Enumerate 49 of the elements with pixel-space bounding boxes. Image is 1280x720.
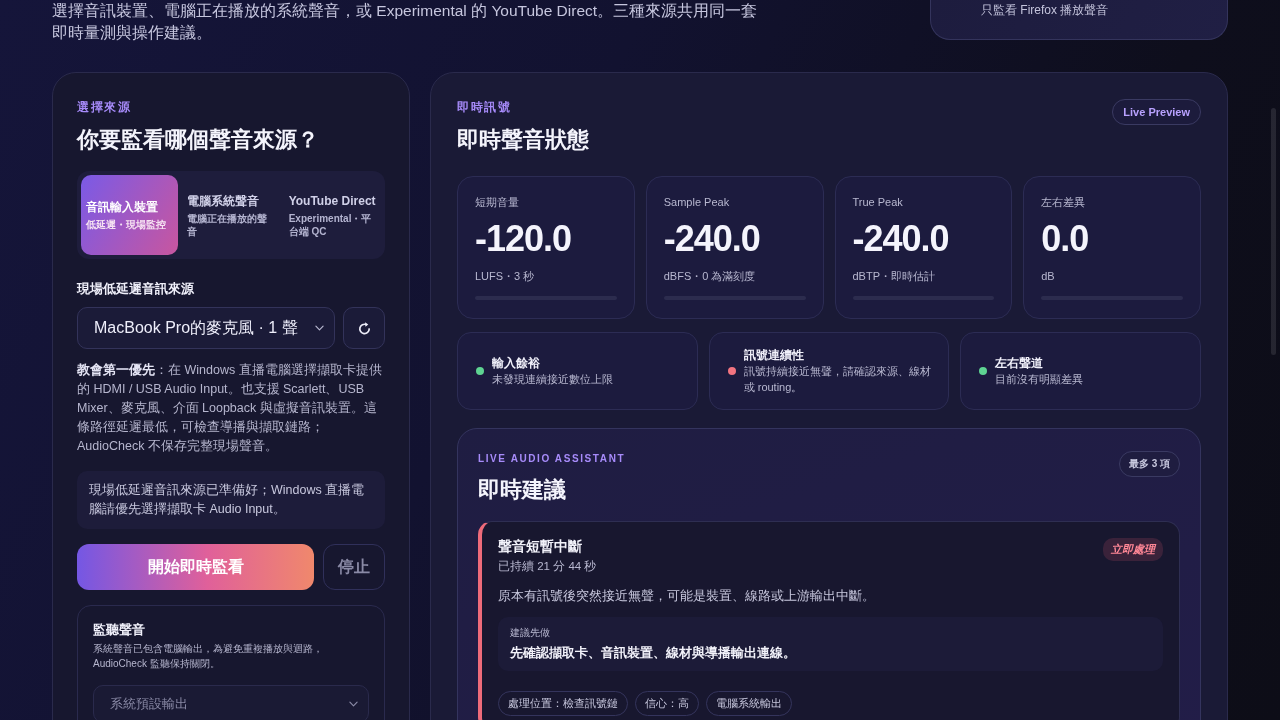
help-text: 教會第一優先：在 Windows 直播電腦選擇擷取卡提供的 HDMI / USB Audio Input。也支援 Scarlett、USB Mixer、麥克風、介面 Loopback 與虛擬音訊裝置。這條路徑延遲最低，可檢查導播與擷取鏈路；AudioCheck 不保存完整現場聲音。 bbox=[77, 362, 383, 455]
refresh-button[interactable] bbox=[343, 307, 385, 349]
count-badge: 最多 3 項 bbox=[1118, 451, 1180, 477]
monitor-description: 系統聲音已包含電腦輸出，為避免重複播放與迴路，AudioCheck 監聽保持關閉。 bbox=[93, 642, 324, 671]
metric-unit: LUFS・3 秒 bbox=[475, 269, 536, 283]
source-tab[interactable]: YouTube Direct Experimental・平台端 QC bbox=[283, 175, 381, 255]
status-title: 左右聲道 bbox=[995, 355, 1045, 371]
status-note: 現場低延遲音訊來源已準備好；Windows 直播電腦請優先選擇擷取卡 Audio Input。 bbox=[77, 471, 385, 529]
chevron-icon bbox=[315, 325, 325, 331]
metric-value: -120.0 bbox=[475, 219, 573, 259]
panel-title: 即時聲音狀態 bbox=[457, 126, 589, 154]
metric-unit: dBFS・0 為滿刻度 bbox=[663, 269, 757, 283]
priority-badge: 立即處理 bbox=[1103, 538, 1163, 561]
status-detail: 訊號持續接近無聲，請確認來源、線材或 routing。 bbox=[743, 364, 932, 395]
metric-unit: dBTP・即時估計 bbox=[852, 269, 936, 283]
action-label: 建議先做 bbox=[510, 626, 551, 640]
metric-value: -240.0 bbox=[663, 219, 761, 259]
section-eyebrow: LIVE AUDIO ASSISTANT bbox=[478, 452, 626, 466]
status-title: 訊號連續性 bbox=[743, 347, 805, 363]
metric-unit: dB bbox=[1041, 269, 1056, 283]
chevron-icon bbox=[349, 701, 358, 707]
device-select[interactable]: MacBook Pro的麥克風 · 1 聲 bbox=[77, 307, 336, 349]
status-badge: Live Preview bbox=[1112, 99, 1201, 125]
suggestion-duration: 已持續 21 分 44 秒 bbox=[498, 559, 597, 574]
intro-text: 選擇音訊裝置、電腦正在播放的系統聲音，或 Experimental 的 YouTube Direct。三種來源共用同一套即時量測與操作建議。 bbox=[52, 1, 759, 43]
start-button[interactable]: 開始即時監看 bbox=[77, 544, 315, 590]
panel-title: 你要監看哪個聲音來源？ bbox=[77, 126, 320, 154]
metric-label: 短期音量 bbox=[475, 195, 520, 209]
field-label: 現場低延遲音訊來源 bbox=[77, 280, 195, 298]
metric-label: 左右差異 bbox=[1041, 195, 1087, 209]
status-detail: 未發現連續接近數位上限 bbox=[492, 372, 613, 387]
refresh-icon bbox=[356, 320, 372, 336]
section-eyebrow: 選擇來源 bbox=[77, 100, 132, 115]
scrollbar-thumb[interactable] bbox=[1271, 108, 1276, 355]
metric-label: Sample Peak bbox=[663, 195, 731, 209]
metric-label: True Peak bbox=[852, 195, 904, 209]
source-tab[interactable]: 電腦系統聲音 電腦正在播放的聲音 bbox=[182, 175, 280, 255]
panel-title: 即時建議 bbox=[478, 476, 567, 504]
source-tab[interactable]: 音訊輸入裝置 低延遲・現場監控 bbox=[81, 175, 179, 255]
status-detail: 目前沒有明顯差異 bbox=[995, 372, 1084, 387]
suggestion-title: 聲音短暫中斷 bbox=[498, 537, 583, 556]
scope-text: 只監看 Firefox 播放聲音 bbox=[981, 2, 1109, 18]
section-eyebrow: 即時訊號 bbox=[457, 100, 512, 115]
metric-value: 0.0 bbox=[1041, 219, 1090, 259]
suggestion-description: 原本有訊號後突然接近無聲，可能是裝置、線路或上游輸出中斷。 bbox=[498, 588, 876, 605]
monitor-title: 監聽聲音 bbox=[93, 621, 146, 639]
status-title: 輸入餘裕 bbox=[492, 355, 541, 371]
metric-value: -240.0 bbox=[852, 219, 950, 259]
action-text: 先確認擷取卡、音訊裝置、線材與導播輸出連線。 bbox=[510, 645, 797, 662]
